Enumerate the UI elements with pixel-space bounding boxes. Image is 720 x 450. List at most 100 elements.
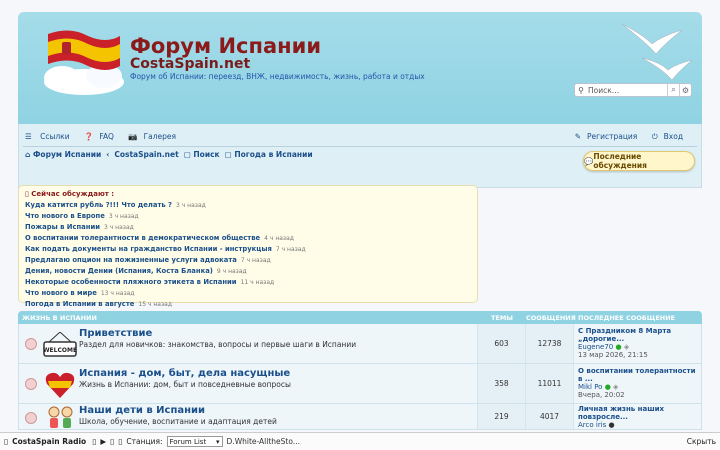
camera-icon: 📷	[128, 132, 138, 141]
edit-icon: ✎	[574, 132, 582, 141]
col-posts: СООБЩЕНИЯ	[526, 313, 576, 322]
volume-icon[interactable]: ▯	[118, 437, 122, 446]
svg-text:WELCOME: WELCOME	[43, 347, 77, 354]
breadcrumb-search[interactable]: ▢ Поиск	[184, 150, 220, 159]
forum-main-cell: Испания - дом, быт, дела насущные Жизнь …	[79, 364, 477, 403]
station-select[interactable]: Forum List ▾	[166, 436, 223, 447]
table-row: Испания - дом, быт, дела насущные Жизнь …	[18, 364, 702, 404]
goto-post-icon[interactable]: ◈	[613, 383, 618, 391]
last-post-user[interactable]: Eugene70	[578, 343, 613, 351]
forum-table-header: ЖИЗНЬ В ИСПАНИИ ТЕМЫ СООБЩЕНИЯ ПОСЛЕДНЕЕ…	[18, 311, 702, 324]
table-row: WELCOME Приветствие Раздел для новичков:…	[18, 324, 702, 364]
forum-description: Раздел для новичков: знакомства, вопросы…	[79, 340, 357, 349]
topics-count: 219	[477, 404, 525, 429]
list-item[interactable]: Некоторые особенности пляжного этикета в…	[25, 277, 471, 288]
forum-icon-cell: WELCOME	[19, 324, 79, 363]
hide-player-button[interactable]: Скрыть	[687, 437, 716, 446]
menu-icon: ☰	[25, 132, 35, 141]
last-post-title[interactable]: О воспитании толерантности в ...	[578, 367, 697, 383]
faq-link[interactable]: ❓ FAQ	[84, 132, 120, 141]
play-icon[interactable]: ▶	[100, 437, 106, 446]
radio-player-bar: ▯ CostaSpain Radio ▯ ▶ ▯ ▯ Станция: Foru…	[0, 432, 720, 450]
station-label: Станция:	[126, 437, 163, 446]
goto-post-icon[interactable]: ◈	[624, 343, 629, 351]
breadcrumb-site[interactable]: CostaSpain.net	[114, 150, 178, 159]
list-item[interactable]: Куда катится рубль ?!!! Что делать ? 3 ч …	[25, 200, 471, 211]
home-icon: ⌂	[25, 150, 33, 159]
welcome-sign-icon: WELCOME	[43, 332, 77, 357]
breadcrumb-topic[interactable]: ▢ Погода в Испании	[225, 150, 313, 159]
last-post-date: 13 мар 2026, 21:15	[578, 351, 648, 359]
breadcrumb: ⌂ Форум Испании ‹ CostaSpain.net ▢ Поиск…	[25, 150, 313, 159]
site-description: Форум об Испании: переезд, ВНЖ, недвижим…	[130, 72, 425, 81]
list-item[interactable]: Что нового в Европе 3 ч назад	[25, 211, 471, 222]
posts-count: 4017	[525, 404, 573, 429]
list-item[interactable]: Дения, новости Дении (Испания, Коста Бла…	[25, 266, 471, 277]
topics-count: 358	[477, 364, 525, 403]
list-item[interactable]: Погода в Испании в августе 15 ч назад	[25, 299, 471, 310]
now-discussed-title: ▯ Сейчас обсуждают :	[25, 190, 115, 198]
site-header: Форум Испании CostaSpain.net Форум об Ис…	[18, 12, 702, 124]
next-icon[interactable]: ▯	[110, 437, 114, 446]
seagulls-decoration	[621, 23, 693, 81]
forum-description: Жизнь в Испании: дом, быт и повседневные…	[79, 380, 291, 389]
forum-main-cell: Наши дети в Испании Школа, обучение, вос…	[79, 404, 477, 429]
spain-flag-cloud-logo[interactable]	[40, 26, 126, 98]
forum-status-icon	[25, 338, 37, 350]
last-post-date: Вчера, 20:02	[578, 391, 625, 399]
search-icon[interactable]: ⌕	[667, 84, 679, 96]
last-post-title[interactable]: Личная жизнь наших повзросле...	[578, 405, 697, 421]
login-link[interactable]: ⏻ Вход	[652, 132, 689, 141]
forum-icon-cell	[19, 404, 79, 429]
last-post-user[interactable]: Arco iris	[578, 421, 606, 429]
table-row: Наши дети в Испании Школа, обучение, вос…	[18, 404, 702, 430]
children-icon	[48, 406, 73, 428]
gear-icon[interactable]: ⚙	[679, 84, 691, 96]
latest-discussions-button[interactable]: 💬 Последние обсуждения	[583, 151, 695, 171]
section-name[interactable]: ЖИЗНЬ В ИСПАНИИ	[18, 314, 478, 322]
list-item[interactable]: Пожары в Испании 3 ч назад	[25, 222, 471, 233]
prev-icon[interactable]: ▯	[92, 437, 96, 446]
search-field-icon: ⚲	[578, 85, 584, 95]
forum-title-link[interactable]: Испания - дом, быт, дела насущные	[79, 368, 477, 379]
last-post-cell: О воспитании толерантности в ... Mikl Po…	[573, 364, 701, 403]
breadcrumb-home[interactable]: ⌂ Форум Испании	[25, 150, 101, 159]
last-post-user[interactable]: Mikl Po	[578, 383, 602, 391]
nav-divider	[23, 146, 697, 147]
list-item[interactable]: О воспитании толерантности в демократиче…	[25, 233, 471, 244]
forum-table: ЖИЗНЬ В ИСПАНИИ ТЕМЫ СООБЩЕНИЯ ПОСЛЕДНЕЕ…	[18, 311, 702, 430]
page-icon: ▢	[183, 150, 194, 159]
list-item[interactable]: Как подать документы на гражданство Испа…	[25, 244, 471, 255]
forum-description: Школа, обучение, воспитание и адаптация …	[79, 417, 277, 426]
last-post-cell: С Праздником 8 Марта „дорогие... Eugene7…	[573, 324, 701, 363]
links-menu[interactable]: ☰ Ссылки	[25, 132, 76, 141]
site-title[interactable]: Форум Испании	[130, 34, 321, 58]
col-last-post: ПОСЛЕДНЕЕ СООБЩЕНИЕ	[578, 313, 676, 322]
forum-status-icon	[25, 412, 37, 424]
register-link[interactable]: ✎ Регистрация	[575, 132, 644, 141]
radio-icon: ▯	[4, 437, 9, 446]
forum-title-link[interactable]: Наши дети в Испании	[79, 405, 477, 416]
topics-count: 603	[477, 324, 525, 363]
list-item[interactable]: Предлагаю опцион на пожизненные услуги а…	[25, 255, 471, 266]
track-title: D.White-AlltheSto...	[226, 437, 300, 446]
page-icon: ▢	[224, 150, 235, 159]
search-input[interactable]: Поиск…	[587, 86, 667, 95]
chevron-down-icon: ▾	[216, 437, 220, 446]
gallery-link[interactable]: 📷 Галерея	[128, 132, 182, 141]
online-dot-icon: ●	[604, 383, 611, 391]
spain-heart-icon	[45, 372, 75, 398]
page-wrapper: Форум Испании CostaSpain.net Форум об Ис…	[18, 12, 702, 188]
breadcrumb-sep-icon: ‹	[106, 150, 110, 159]
power-icon: ⏻	[651, 132, 658, 141]
chat-icon: 💬	[584, 156, 594, 166]
posts-count: 11011	[525, 364, 573, 403]
site-subtitle[interactable]: CostaSpain.net	[130, 56, 250, 72]
last-post-title[interactable]: С Праздником 8 Марта „дорогие...	[578, 327, 697, 343]
search-box[interactable]: ⚲ Поиск… ⌕ ⚙	[574, 83, 692, 97]
help-icon: ❓	[83, 132, 94, 141]
forum-icon-cell	[19, 364, 79, 403]
forum-title-link[interactable]: Приветствие	[79, 328, 477, 339]
online-dot-icon: ●	[615, 343, 622, 351]
list-item[interactable]: Что нового в мире 13 ч назад	[25, 288, 471, 299]
